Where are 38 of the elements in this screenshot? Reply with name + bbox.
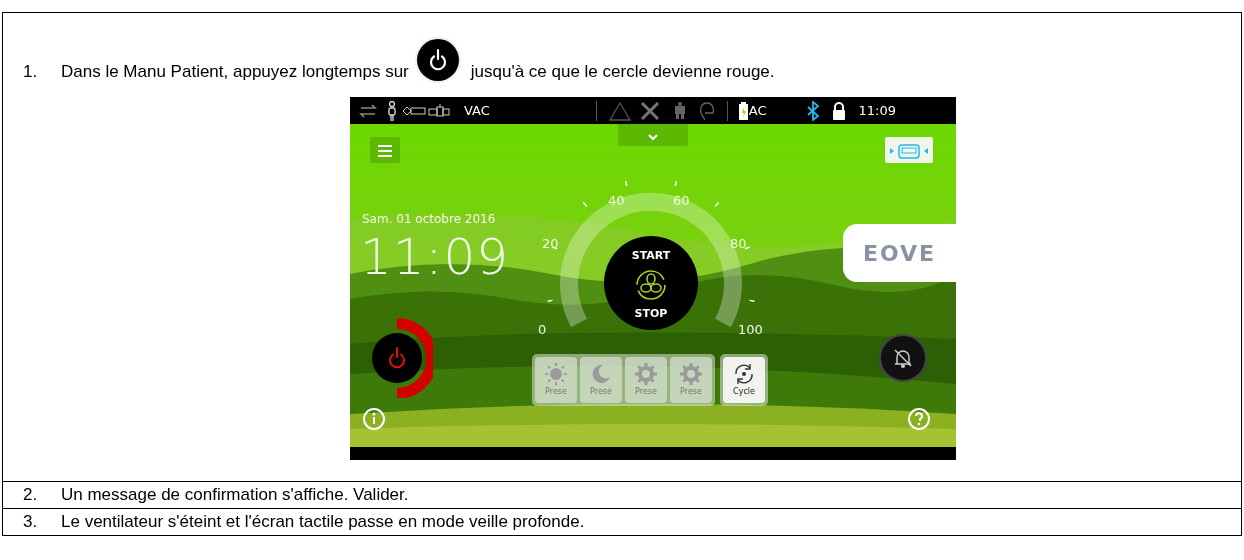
help-icon[interactable] <box>907 407 931 431</box>
sun-icon <box>544 362 568 386</box>
circuit-icon <box>402 102 450 119</box>
device-icon <box>889 141 929 160</box>
fan-icon <box>634 268 668 302</box>
cycle-button[interactable]: Cycle <box>723 357 765 403</box>
power-icon <box>416 39 459 81</box>
warning-icon <box>608 100 631 121</box>
menu-button[interactable] <box>370 137 400 163</box>
clock-time: 11:09 <box>858 101 897 120</box>
instruction-text: Un message de confirmation s'affiche. Valider. <box>61 484 409 507</box>
battery-icon <box>737 100 749 121</box>
instruction-text: jusqu'à ce que le cercle devienne rouge. <box>470 61 775 84</box>
gear-icon <box>634 362 658 386</box>
instruction-text: Dans le Manu Patient, appuyez longtemps sur <box>61 61 409 84</box>
gauge-tick-label: 0 <box>538 321 547 339</box>
instruction-text: Le ventilateur s'éteint et l'écran tactile passe en mode veille profonde. <box>61 511 585 534</box>
gauge-tick-label: 20 <box>542 235 559 253</box>
gauge-tick-label: 80 <box>730 235 747 253</box>
cycle-icon <box>732 362 756 386</box>
date-label: Sam. 01 octobre 2016 <box>362 211 496 228</box>
gear-icon <box>679 362 703 386</box>
mode-label: VAC <box>464 101 490 120</box>
step-number: 3. <box>22 511 39 534</box>
gauge-tick-label: 100 <box>738 321 763 339</box>
logo: EOVE <box>862 239 937 268</box>
step-number: 1. <box>22 61 39 84</box>
info-icon[interactable] <box>362 407 386 431</box>
person-icon <box>386 100 398 121</box>
menu-icon <box>377 142 393 159</box>
chevron-down-icon <box>647 132 659 141</box>
power-source: AC <box>748 101 767 120</box>
transfer-icon <box>358 101 380 120</box>
gauge-tick-label: 60 <box>673 192 690 210</box>
tools-icon <box>638 99 661 122</box>
time-display: 11:09 <box>360 232 510 282</box>
step-number: 2. <box>22 484 39 507</box>
gauge-tick-label: 40 <box>608 192 625 210</box>
